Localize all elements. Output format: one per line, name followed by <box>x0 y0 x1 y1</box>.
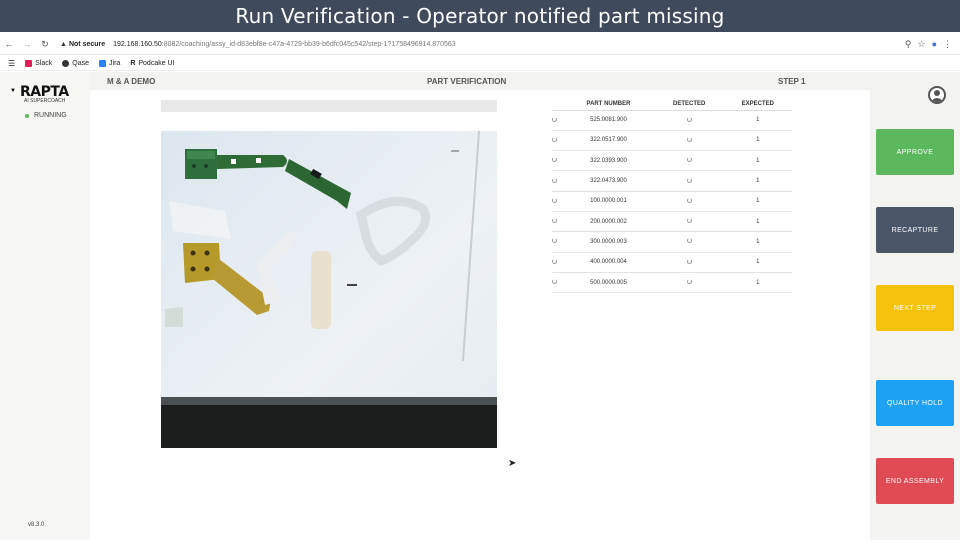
mouse-cursor-icon: ➤ <box>508 458 517 469</box>
bookmark-jira[interactable]: Jira <box>99 59 120 67</box>
page-title: PART VERIFICATION <box>427 77 507 86</box>
action-panel: APPROVE RECAPTURE NEXT STEP QUALITY HOLD… <box>870 72 960 540</box>
expected-cell: 1 <box>723 191 792 212</box>
qase-icon <box>62 59 70 67</box>
sidebar: ▼ RAPTA AI SUPERCOACH RUNNING v8.3.0 <box>0 72 90 540</box>
slack-icon <box>25 59 33 67</box>
detected-spinner-icon <box>686 197 692 203</box>
detected-spinner-icon <box>686 238 692 244</box>
caret-icon: ▼ <box>10 88 16 94</box>
expected-cell: 1 <box>723 130 792 152</box>
approve-button[interactable]: APPROVE <box>876 129 954 175</box>
detected-spinner-icon <box>686 136 692 142</box>
expected-cell: 1 <box>723 272 792 294</box>
part-number-cell: 500.0000.005 <box>562 272 655 294</box>
loading-spinner-icon <box>552 258 557 264</box>
loading-spinner-icon <box>552 116 557 122</box>
column-spacer <box>552 98 562 111</box>
column-part-number: PART NUMBER <box>562 98 655 111</box>
table-row: 500.0000.005 1 <box>552 272 792 294</box>
logo-subtitle: AI SUPERCOACH <box>24 98 66 104</box>
run-status: RUNNING <box>25 112 67 119</box>
detected-spinner-icon <box>686 218 692 224</box>
column-detected: DETECTED <box>654 98 724 111</box>
podcake-icon: R <box>130 59 136 67</box>
detected-spinner-icon <box>686 177 692 183</box>
recapture-button[interactable]: RECAPTURE <box>876 207 954 253</box>
table-row: 525.0081.900 1 <box>552 110 792 131</box>
loading-spinner-icon <box>552 157 557 163</box>
part-number-cell: 322.0393.900 <box>562 150 655 172</box>
table-row: 100.0000.001 1 <box>552 191 792 212</box>
loading-spinner-icon <box>552 197 557 203</box>
menu-dots-icon[interactable]: ⋮ <box>943 39 952 50</box>
reload-icon[interactable]: ↻ <box>36 35 54 53</box>
detected-spinner-icon <box>686 157 692 163</box>
table-row: 400.0000.004 1 <box>552 252 792 273</box>
next-step-button[interactable]: NEXT STEP <box>876 285 954 331</box>
progress-strip <box>161 100 497 112</box>
expected-cell: 1 <box>723 150 792 172</box>
page-header: M & A DEMO PART VERIFICATION STEP 1 <box>90 72 870 90</box>
loading-spinner-icon <box>552 279 557 285</box>
expected-cell: 1 <box>723 231 792 253</box>
quality-hold-button[interactable]: QUALITY HOLD <box>876 380 954 426</box>
profile-icon[interactable]: ● <box>932 39 937 49</box>
expected-cell: 1 <box>723 211 792 233</box>
user-avatar-icon[interactable] <box>928 86 946 104</box>
address-bar[interactable]: ▲ Not secure 192.168.160.50 :8082/coachi… <box>60 41 456 48</box>
zoom-icon[interactable]: ⚲ <box>905 39 912 50</box>
version-label: v8.3.0 <box>28 522 45 528</box>
jira-icon <box>99 59 107 67</box>
table-row: 322.0393.900 1 <box>552 150 792 172</box>
expected-cell: 1 <box>723 252 792 273</box>
table-row: 322.0517.900 1 <box>552 130 792 152</box>
loading-spinner-icon <box>552 238 557 244</box>
detected-spinner-icon <box>686 258 692 264</box>
step-label: STEP 1 <box>778 77 806 86</box>
part-number-cell: 322.0473.900 <box>562 170 655 192</box>
table-row: 322.0473.900 1 <box>552 170 792 192</box>
window-title: Run Verification - Operator notified par… <box>0 0 960 32</box>
parts-table: PART NUMBER DETECTED EXPECTED 525.0081.9… <box>552 98 792 294</box>
part-number-cell: 322.0517.900 <box>562 130 655 152</box>
bookmark-podcake[interactable]: R Podcake UI <box>130 60 174 67</box>
part-number-cell: 400.0000.004 <box>562 252 655 273</box>
part-number-cell: 525.0081.900 <box>562 110 655 131</box>
part-number-cell: 100.0000.001 <box>562 191 655 212</box>
end-assembly-button[interactable]: END ASSEMBLY <box>876 458 954 504</box>
table-row: 200.0000.002 1 <box>552 211 792 233</box>
warning-icon: ▲ <box>60 40 67 48</box>
bookmarks-bar: ☰ Slack Qase Jira R Podcake UI <box>0 56 960 71</box>
back-icon[interactable]: ← <box>0 35 18 53</box>
camera-capture-image <box>161 131 497 448</box>
expected-cell: 1 <box>723 170 792 192</box>
url-path: :8082/coaching/assy_id-d83ebf8e-c47a-472… <box>161 40 456 48</box>
bookmark-qase[interactable]: Qase <box>62 59 89 67</box>
detected-spinner-icon <box>686 279 692 285</box>
star-icon[interactable]: ☆ <box>917 39 925 50</box>
loading-spinner-icon <box>552 136 557 142</box>
bookmark-slack[interactable]: Slack <box>25 59 52 67</box>
loading-spinner-icon <box>552 218 557 224</box>
column-expected: EXPECTED <box>723 98 792 111</box>
loading-spinner-icon <box>552 177 557 183</box>
detected-spinner-icon <box>686 116 692 122</box>
forward-icon[interactable]: → <box>18 35 36 53</box>
browser-toolbar: ← → ↻ ▲ Not secure 192.168.160.50 :8082/… <box>0 34 960 55</box>
url-host: 192.168.160.50 <box>113 40 162 48</box>
status-dot-icon <box>25 113 29 118</box>
assembly-name: M & A DEMO <box>107 77 156 86</box>
security-label: Not secure <box>68 40 106 48</box>
menu-icon[interactable]: ☰ <box>8 59 15 68</box>
table-row: 300.0000.003 1 <box>552 231 792 253</box>
part-number-cell: 200.0000.002 <box>562 211 655 233</box>
expected-cell: 1 <box>723 110 792 131</box>
part-number-cell: 300.0000.003 <box>562 231 655 253</box>
